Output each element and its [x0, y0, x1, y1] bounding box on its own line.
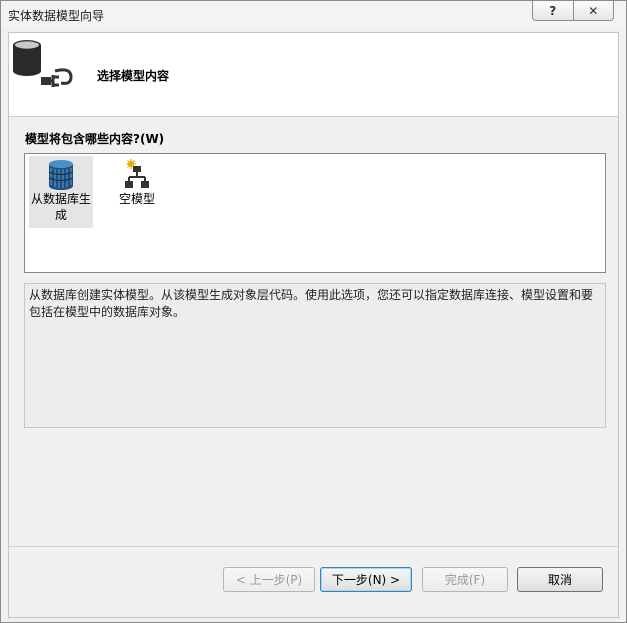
description-text: 从数据库创建实体模型。从该模型生成对象层代码。使用此选项，您还可以指定数据库连接… — [29, 288, 594, 319]
description-box: 从数据库创建实体模型。从该模型生成对象层代码。使用此选项，您还可以指定数据库连接… — [24, 283, 606, 428]
option-label-line2: 成 — [54, 208, 67, 222]
database-icon — [48, 160, 74, 190]
window-title: 实体数据模型向导 — [8, 9, 105, 23]
empty-model-icon — [125, 159, 149, 188]
wizard-body: 选择模型内容 模型将包含哪些内容?(W) 从数据库生 成 空模型 从数据库创建实… — [8, 32, 619, 618]
close-icon: ✕ — [588, 3, 599, 18]
help-button[interactable]: ? — [533, 1, 573, 20]
wizard-header: 选择模型内容 — [9, 33, 618, 117]
title-bar-buttons: ? ✕ — [532, 1, 614, 21]
wizard-window: 实体数据模型向导 ? ✕ 选择模型内容 模型将包含哪些内容?(W) 从数据库生 … — [0, 0, 627, 623]
help-icon: ? — [549, 3, 557, 18]
footer-divider — [9, 546, 618, 547]
title-bar: 实体数据模型向导 ? ✕ — [1, 1, 626, 27]
back-button[interactable]: < 上一步(P) — [223, 567, 315, 592]
cancel-button[interactable]: 取消 — [517, 567, 603, 592]
close-button[interactable]: ✕ — [572, 1, 614, 20]
list-item-empty-model[interactable]: 空模型 — [109, 156, 165, 212]
database-plug-icon — [13, 40, 73, 87]
option-label-line1: 从数据库生 — [30, 192, 91, 206]
option-label: 空模型 — [118, 192, 155, 206]
question-label: 模型将包含哪些内容?(W) — [25, 132, 165, 146]
list-item-generate-from-database[interactable]: 从数据库生 成 — [29, 156, 93, 228]
header-title: 选择模型内容 — [97, 69, 170, 83]
model-content-list[interactable]: 从数据库生 成 空模型 — [24, 153, 606, 273]
next-button[interactable]: 下一步(N) > — [320, 567, 412, 592]
finish-button[interactable]: 完成(F) — [422, 567, 508, 592]
